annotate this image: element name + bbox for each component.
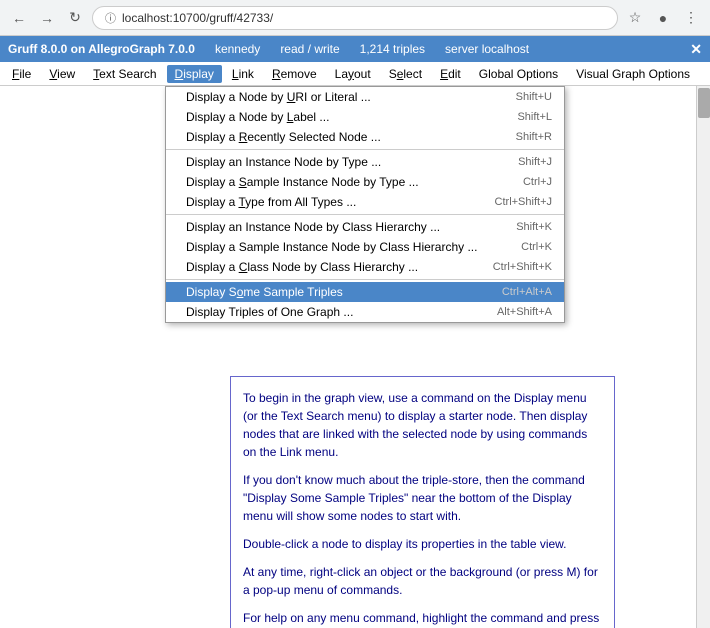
- scrollbar[interactable]: [696, 86, 710, 628]
- lock-icon: ⓘ: [105, 10, 116, 26]
- menu-display-sample-triples[interactable]: Display Some Sample Triples Ctrl+Alt+A: [166, 282, 564, 302]
- info-para-5: For help on any menu command, highlight …: [243, 609, 602, 628]
- menu-display-sample-hierarchy[interactable]: Display a Sample Instance Node by Class …: [166, 237, 564, 257]
- menu-global-options[interactable]: Global Options: [471, 65, 566, 83]
- menu-display-recent[interactable]: Display a Recently Selected Node ... Shi…: [166, 127, 564, 147]
- menu-text-search[interactable]: Text Search: [85, 65, 164, 83]
- menu-display-uri[interactable]: Display a Node by URI or Literal ... Shi…: [166, 87, 564, 107]
- menu-layout[interactable]: Layout: [327, 65, 379, 83]
- menu-display-instance-hierarchy[interactable]: Display an Instance Node by Class Hierar…: [166, 217, 564, 237]
- menu-edit[interactable]: Edit: [432, 65, 469, 83]
- menu-visual-graph-options[interactable]: Visual Graph Options: [568, 65, 698, 83]
- address-bar[interactable]: ⓘ localhost:10700/gruff/42733/: [92, 6, 618, 30]
- menu-display[interactable]: Display: [167, 65, 222, 83]
- url-text: localhost:10700/gruff/42733/: [122, 11, 273, 25]
- app-titlebar: Gruff 8.0.0 on AllegroGraph 7.0.0 kenned…: [0, 36, 710, 62]
- forward-button[interactable]: →: [36, 7, 58, 29]
- menu-remove[interactable]: Remove: [264, 65, 325, 83]
- menu-separator-1: [166, 149, 564, 150]
- app-mode: read / write: [280, 42, 339, 56]
- browser-action-icons: ☆ ● ⋮: [624, 7, 702, 29]
- menu-display-sample-type[interactable]: Display a Sample Instance Node by Type .…: [166, 172, 564, 192]
- bookmark-button[interactable]: ☆: [624, 7, 646, 29]
- main-area: Display a Node by URI or Literal ... Shi…: [0, 86, 710, 628]
- menu-display-class-hierarchy[interactable]: Display a Class Node by Class Hierarchy …: [166, 257, 564, 277]
- scrollbar-thumb[interactable]: [698, 88, 710, 118]
- info-para-4: At any time, right-click an object or th…: [243, 563, 602, 599]
- menu-link[interactable]: Link: [224, 65, 262, 83]
- browser-toolbar: ← → ↻ ⓘ localhost:10700/gruff/42733/ ☆ ●…: [0, 0, 710, 36]
- menu-display-one-graph[interactable]: Display Triples of One Graph ... Alt+Shi…: [166, 302, 564, 322]
- account-button[interactable]: ●: [652, 7, 674, 29]
- menu-display-instance-type[interactable]: Display an Instance Node by Type ... Shi…: [166, 152, 564, 172]
- reload-button[interactable]: ↻: [64, 7, 86, 29]
- back-button[interactable]: ←: [8, 7, 30, 29]
- menu-separator-2: [166, 214, 564, 215]
- app-titlebar-left: Gruff 8.0.0 on AllegroGraph 7.0.0 kenned…: [8, 42, 529, 56]
- app-triples: 1,214 triples: [360, 42, 425, 56]
- info-para-1: To begin in the graph view, use a comman…: [243, 389, 602, 461]
- info-para-2: If you don't know much about the triple-…: [243, 471, 602, 525]
- app-user: kennedy: [215, 42, 260, 56]
- menu-button[interactable]: ⋮: [680, 7, 702, 29]
- app-title: Gruff 8.0.0 on AllegroGraph 7.0.0: [8, 42, 195, 56]
- menu-display-all-types[interactable]: Display a Type from All Types ... Ctrl+S…: [166, 192, 564, 212]
- app-server: server localhost: [445, 42, 529, 56]
- menubar: File View Text Search Display Link Remov…: [0, 62, 710, 86]
- menu-select[interactable]: Select: [381, 65, 430, 83]
- menu-view[interactable]: View: [41, 65, 83, 83]
- info-para-3: Double-click a node to display its prope…: [243, 535, 602, 553]
- menu-display-label[interactable]: Display a Node by Label ... Shift+L: [166, 107, 564, 127]
- info-box: To begin in the graph view, use a comman…: [230, 376, 615, 628]
- app-close-button[interactable]: ✕: [690, 41, 702, 58]
- display-dropdown-menu: Display a Node by URI or Literal ... Shi…: [165, 86, 565, 323]
- menu-file[interactable]: File: [4, 65, 39, 83]
- menu-separator-3: [166, 279, 564, 280]
